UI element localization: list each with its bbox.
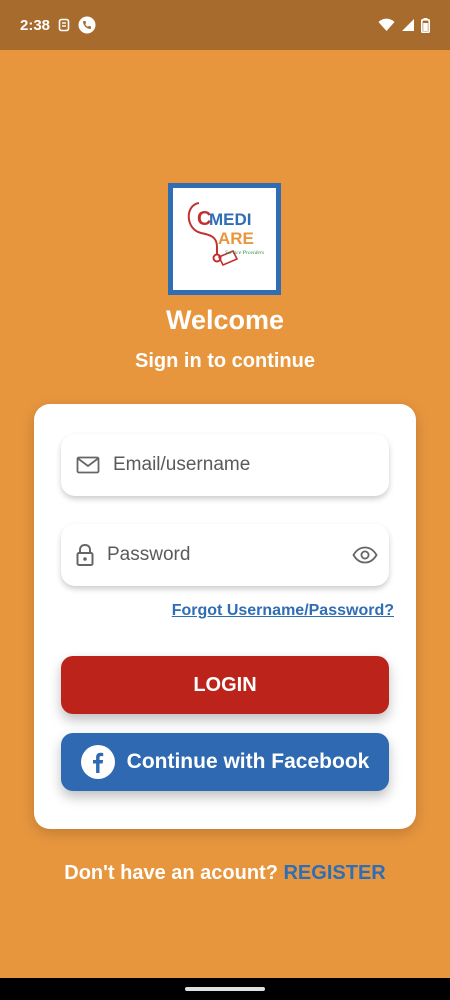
logo-word-are: ARE: [218, 229, 254, 248]
signal-icon: [401, 18, 415, 32]
logo-tagline: Service Providers: [225, 250, 264, 256]
navigation-bar: [0, 978, 450, 1000]
login-card: Forgot Username/Password? LOGIN Continue…: [34, 404, 416, 829]
register-prompt: Don't have an acount?: [64, 862, 278, 884]
email-field[interactable]: [61, 434, 389, 496]
phone-icon: [78, 16, 96, 34]
welcome-subtitle: Sign in to continue: [135, 350, 315, 372]
status-left: 2:38: [20, 16, 96, 34]
status-bar: 2:38: [0, 0, 450, 50]
mail-icon: [75, 455, 101, 475]
home-gesture-handle[interactable]: [185, 987, 265, 991]
email-input[interactable]: [113, 454, 375, 476]
battery-icon: [421, 17, 430, 33]
register-row: Don't have an acount? REGISTER: [0, 862, 450, 885]
wifi-icon: [378, 18, 395, 32]
register-link[interactable]: REGISTER: [283, 862, 385, 884]
forgot-password-link[interactable]: Forgot Username/Password?: [172, 602, 394, 620]
login-button[interactable]: LOGIN: [61, 656, 389, 714]
password-field[interactable]: [61, 524, 389, 586]
medicare-logo: C MEDI ARE Service Providers: [168, 183, 281, 295]
welcome-title: Welcome: [165, 305, 285, 335]
facebook-button-label: Continue with Facebook: [126, 750, 370, 773]
facebook-login-button[interactable]: Continue with Facebook: [61, 733, 389, 791]
status-time: 2:38: [20, 16, 51, 34]
sim-icon: [58, 18, 70, 32]
status-right: [378, 17, 430, 33]
lock-icon: [75, 543, 95, 567]
logo-word-medi: MEDI: [209, 210, 252, 229]
facebook-icon: [80, 745, 115, 779]
eye-icon[interactable]: [352, 546, 378, 564]
password-input[interactable]: [107, 544, 352, 566]
